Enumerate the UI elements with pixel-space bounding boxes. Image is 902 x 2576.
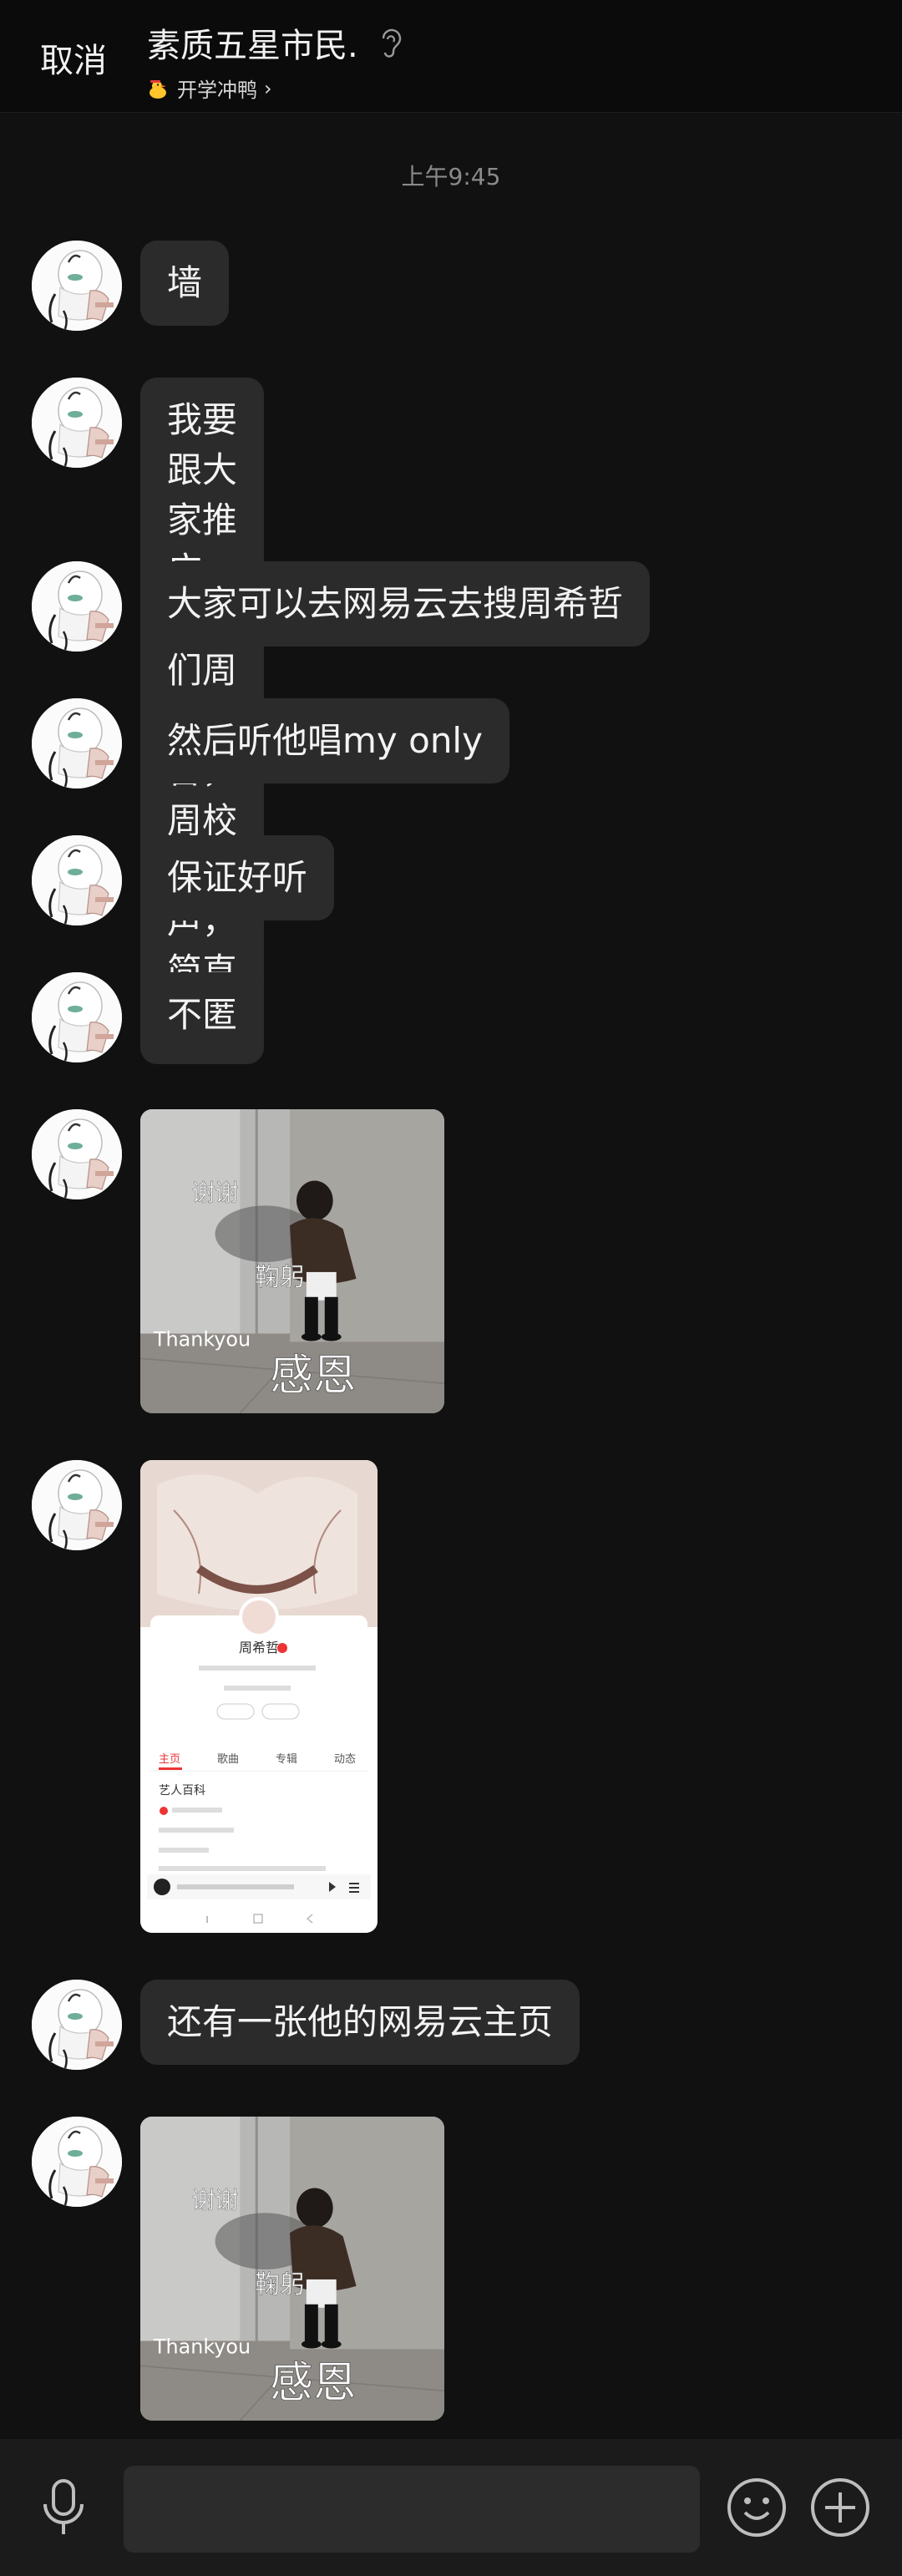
duck-icon xyxy=(149,79,166,99)
avatar[interactable] xyxy=(32,1980,122,2070)
profile-section-title: 艺人百科 xyxy=(159,1784,205,1798)
cancel-button[interactable]: 取消 xyxy=(40,33,107,82)
avatar[interactable] xyxy=(32,1109,122,1199)
avatar[interactable] xyxy=(32,378,122,468)
sticker-caption: 谢谢 xyxy=(192,1179,239,1206)
message-bubble[interactable]: 不匿 xyxy=(140,972,265,1057)
chat-header: 取消 素质五星市民. 开学冲鸭 › xyxy=(0,0,902,113)
chevron-right-icon: › xyxy=(264,76,272,100)
sticker-caption: 感恩 xyxy=(270,2358,356,2408)
thanks-sticker: 谢谢 鞠躬 Thankyou 感恩 xyxy=(140,2117,444,2421)
message-bubble[interactable]: 保证好听 xyxy=(140,835,335,920)
chat-title: 素质五星市民. xyxy=(147,27,358,65)
avatar[interactable] xyxy=(32,2117,122,2207)
sticker-caption: 鞠躬 xyxy=(255,1263,305,1292)
chat-title-area[interactable]: 素质五星市民. 开学冲鸭 › xyxy=(147,18,403,103)
avatar[interactable] xyxy=(32,698,122,789)
sticker-caption: Thankyou xyxy=(153,1327,251,1351)
sticker-caption: Thankyou xyxy=(153,2335,251,2358)
avatar[interactable] xyxy=(32,972,122,1062)
sticker-caption: 谢谢 xyxy=(192,2186,239,2213)
input-bar xyxy=(0,2439,902,2576)
thanks-sticker: 谢谢 鞠躬 Thankyou 感恩 xyxy=(140,1109,444,1413)
image-message[interactable]: 谢谢 鞠躬 Thankyou 感恩 xyxy=(140,2117,444,2421)
avatar[interactable] xyxy=(32,835,122,925)
emoji-icon[interactable] xyxy=(725,2476,788,2543)
message-input[interactable] xyxy=(124,2466,700,2553)
image-message[interactable]: 谢谢 鞠躬 Thankyou 感恩 xyxy=(140,1109,444,1413)
message-bubble[interactable]: 然后听他唱my only xyxy=(140,698,509,783)
chat-subtitle[interactable]: 开学冲鸭 › xyxy=(147,74,403,103)
message-bubble[interactable]: 还有一张他的网易云主页 xyxy=(140,1980,580,2065)
profile-name: 周希哲 xyxy=(239,1640,279,1656)
timestamp: 上午9:45 xyxy=(401,163,501,190)
avatar[interactable] xyxy=(32,241,122,331)
avatar[interactable] xyxy=(32,561,122,652)
image-message[interactable]: 周希哲 主页 歌曲 专辑 动态 艺人百科 xyxy=(140,1460,378,1933)
message-bubble[interactable]: 墙 xyxy=(140,241,230,326)
message-bubble[interactable]: 大家可以去网易云去搜周希哲 xyxy=(140,561,651,647)
profile-tab: 专辑 xyxy=(276,1753,297,1766)
sticker-caption: 感恩 xyxy=(270,1351,356,1401)
profile-tab: 歌曲 xyxy=(217,1753,239,1766)
ear-icon[interactable] xyxy=(377,27,403,68)
profile-tab: 主页 xyxy=(159,1753,180,1766)
chat-subtitle-text: 开学冲鸭 xyxy=(177,79,257,102)
avatar[interactable] xyxy=(32,1460,122,1550)
profile-tab: 动态 xyxy=(334,1753,356,1766)
microphone-icon[interactable] xyxy=(35,2476,92,2543)
plus-icon[interactable] xyxy=(808,2476,872,2543)
sticker-caption: 鞠躬 xyxy=(255,2270,305,2300)
profile-screenshot: 周希哲 主页 歌曲 专辑 动态 艺人百科 xyxy=(140,1460,378,1933)
